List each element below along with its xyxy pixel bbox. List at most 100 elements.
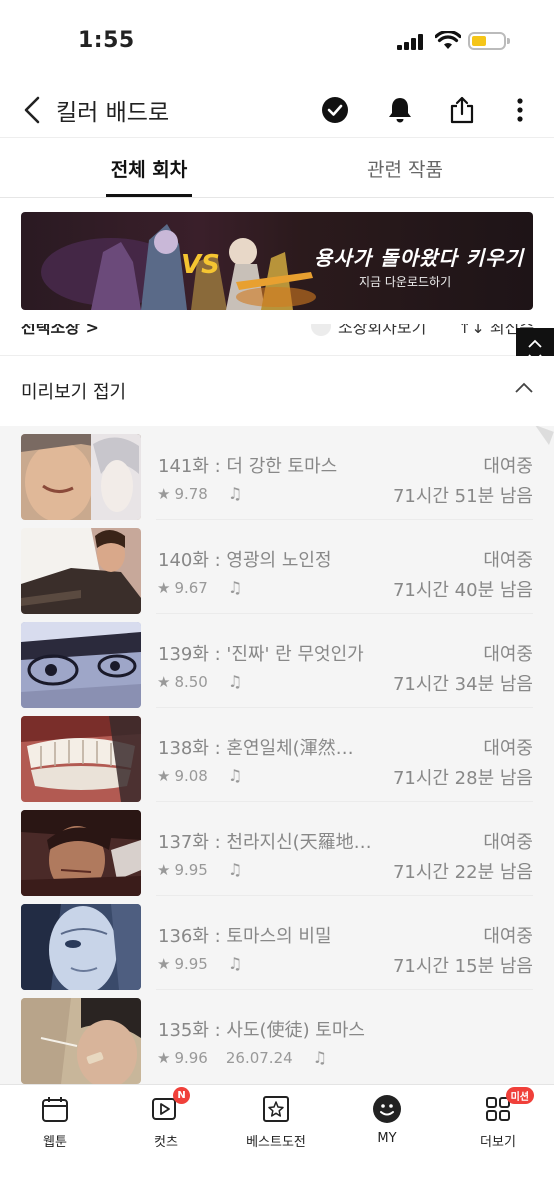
ad-vs-text: VS bbox=[181, 250, 220, 280]
mission-badge: 미션 bbox=[505, 1087, 534, 1104]
app-header: 킬러 배드로 bbox=[0, 82, 554, 138]
music-note-icon: ♫ bbox=[227, 766, 243, 785]
more-menu-button[interactable] bbox=[500, 90, 540, 130]
preview-toggle-row[interactable]: 미리보기 접기 bbox=[0, 356, 554, 426]
episode-remaining-time: 71시간 15분 남음 bbox=[392, 956, 533, 977]
chevron-up-icon bbox=[515, 382, 533, 393]
episode-remaining-time: 71시간 28분 남음 bbox=[392, 768, 533, 789]
episode-rating: 9.67 bbox=[174, 578, 208, 597]
new-badge: N bbox=[173, 1087, 190, 1104]
tab-all-episodes[interactable]: 전체 회차 bbox=[88, 138, 210, 198]
episode-rating: 9.78 bbox=[174, 484, 208, 503]
episode-thumbnail bbox=[21, 434, 141, 520]
episode-status: 대여중 bbox=[483, 456, 533, 477]
active-tab-indicator bbox=[106, 194, 192, 197]
episode-title: 140화 : 영광의 노인정 bbox=[158, 550, 332, 571]
episode-remaining-time: 71시간 40분 남음 bbox=[392, 580, 533, 601]
episode-row[interactable]: 141화 : 더 강한 토마스 ★ 9.78 ♫ 대여중 71시간 51분 남음 bbox=[0, 426, 554, 520]
episode-status: 대여중 bbox=[483, 926, 533, 947]
owned-filter-label[interactable]: 소장회차보기 bbox=[338, 324, 426, 338]
episode-thumbnail bbox=[21, 716, 141, 802]
episode-rating: 9.95 bbox=[174, 860, 208, 879]
music-note-icon: ♫ bbox=[227, 484, 243, 503]
episode-meta: ★ 9.78 ♫ bbox=[157, 484, 242, 503]
episode-meta: ★ 8.50 ♫ bbox=[157, 672, 242, 691]
episode-meta: ★ 9.96 26.07.24 ♫ bbox=[157, 1048, 327, 1067]
bell-icon bbox=[389, 98, 411, 123]
notification-button[interactable] bbox=[380, 90, 420, 130]
episode-status: 대여중 bbox=[483, 644, 533, 665]
music-note-icon: ♫ bbox=[312, 1048, 327, 1067]
bottom-nav: 웹툰 N 컷츠 베스트도전 MY 미션 더보기 bbox=[0, 1084, 554, 1200]
star-icon: ★ bbox=[157, 672, 171, 691]
star-icon: ★ bbox=[157, 1048, 171, 1067]
ad-area: VS 용사가 돌아왔다 키우기 지금 다운로드하기 bbox=[0, 198, 554, 324]
calendar-icon bbox=[39, 1093, 71, 1125]
nav-my[interactable]: MY bbox=[337, 1093, 437, 1153]
episode-row[interactable]: 140화 : 영광의 노인정 ★ 9.67 ♫ 대여중 71시간 40분 남음 bbox=[0, 520, 554, 614]
nav-label: 컷츠 bbox=[154, 1135, 178, 1150]
episode-remaining-time: 71시간 51분 남음 bbox=[392, 486, 533, 507]
episode-meta: ★ 9.95 ♫ bbox=[157, 860, 242, 879]
episode-title: 137화 : 천라지신(天羅地… bbox=[158, 832, 372, 853]
preview-toggle-label: 미리보기 접기 bbox=[21, 382, 127, 403]
star-icon: ★ bbox=[157, 860, 171, 879]
tab-related-works[interactable]: 관련 작품 bbox=[340, 138, 470, 198]
ad-banner[interactable]: VS 용사가 돌아왔다 키우기 지금 다운로드하기 bbox=[21, 212, 533, 310]
episode-remaining-time: 71시간 22분 남음 bbox=[392, 862, 533, 883]
favorite-check-button[interactable] bbox=[315, 90, 355, 130]
play-icon: N bbox=[150, 1087, 190, 1125]
select-purchase-button[interactable]: 선택소장 > bbox=[21, 324, 99, 338]
episode-row[interactable]: 139화 : '진짜' 란 무엇인가 ★ 8.50 ♫ 대여중 71시간 34분 남… bbox=[0, 614, 554, 708]
star-icon: ★ bbox=[157, 484, 171, 503]
nav-label: MY bbox=[377, 1131, 397, 1146]
back-button[interactable] bbox=[14, 90, 50, 130]
grid-icon: 미션 bbox=[482, 1087, 534, 1125]
episode-status: 대여중 bbox=[483, 550, 533, 571]
share-icon bbox=[450, 96, 474, 124]
episode-row[interactable]: 137화 : 천라지신(天羅地… ★ 9.95 ♫ 대여중 71시간 22분 남음 bbox=[0, 802, 554, 896]
episode-row[interactable]: 138화 : 혼연일체(渾然… ★ 9.08 ♫ 대여중 71시간 28분 남음 bbox=[0, 708, 554, 802]
nav-label: 베스트도전 bbox=[246, 1135, 306, 1150]
episode-rating: 9.95 bbox=[174, 954, 208, 973]
episode-meta: ★ 9.08 ♫ bbox=[157, 766, 242, 785]
sort-row: 선택소장 > 소장회차보기 ↑↓ 최신순 bbox=[0, 324, 554, 356]
star-icon bbox=[260, 1093, 292, 1125]
share-button[interactable] bbox=[442, 90, 482, 130]
more-vertical-icon bbox=[517, 98, 523, 122]
smile-icon bbox=[371, 1093, 403, 1125]
star-icon: ★ bbox=[157, 578, 171, 597]
music-note-icon: ♫ bbox=[227, 672, 243, 691]
status-time: 1:55 bbox=[78, 28, 135, 53]
episode-meta: ★ 9.67 ♫ bbox=[157, 578, 242, 597]
episode-meta: ★ 9.95 ♫ bbox=[157, 954, 242, 973]
music-note-icon: ♫ bbox=[227, 954, 243, 973]
episode-title: 136화 : 토마스의 비밀 bbox=[158, 926, 332, 947]
episode-status: 대여중 bbox=[483, 738, 533, 759]
nav-cuts[interactable]: N 컷츠 bbox=[116, 1087, 216, 1153]
music-note-icon: ♫ bbox=[227, 578, 243, 597]
episode-rating: 9.96 bbox=[174, 1048, 208, 1067]
back-arrow-icon bbox=[24, 96, 40, 124]
nav-more[interactable]: 미션 더보기 bbox=[448, 1087, 548, 1153]
nav-webtoon[interactable]: 웹툰 bbox=[5, 1093, 105, 1153]
episode-status: 대여중 bbox=[483, 832, 533, 853]
battery-icon bbox=[468, 32, 510, 50]
nav-label: 웹툰 bbox=[43, 1135, 67, 1150]
episode-remaining-time: 71시간 34분 남음 bbox=[392, 674, 533, 695]
nav-label: 더보기 bbox=[480, 1135, 516, 1150]
chevron-up-icon[interactable] bbox=[527, 339, 543, 349]
episode-thumbnail bbox=[21, 810, 141, 896]
check-circle-icon bbox=[322, 97, 348, 123]
ad-subtitle: 지금 다운로드하기 bbox=[359, 275, 452, 289]
episode-rating: 9.08 bbox=[174, 766, 208, 785]
episode-row[interactable]: 135화 : 사도(使徒) 토마스 ★ 9.96 26.07.24 ♫ bbox=[0, 990, 554, 1084]
nav-best-challenge[interactable]: 베스트도전 bbox=[226, 1093, 326, 1153]
owned-filter-checkbox[interactable] bbox=[311, 324, 331, 336]
episode-title: 138화 : 혼연일체(渾然… bbox=[158, 738, 354, 759]
episode-row[interactable]: 136화 : 토마스의 비밀 ★ 9.95 ♫ 대여중 71시간 15분 남음 bbox=[0, 896, 554, 990]
status-bar: 1:55 bbox=[0, 0, 554, 82]
episode-title: 139화 : '진짜' 란 무엇인가 bbox=[158, 644, 364, 665]
episode-title: 141화 : 더 강한 토마스 bbox=[158, 456, 338, 477]
ad-title: 용사가 돌아왔다 키우기 bbox=[314, 246, 524, 270]
